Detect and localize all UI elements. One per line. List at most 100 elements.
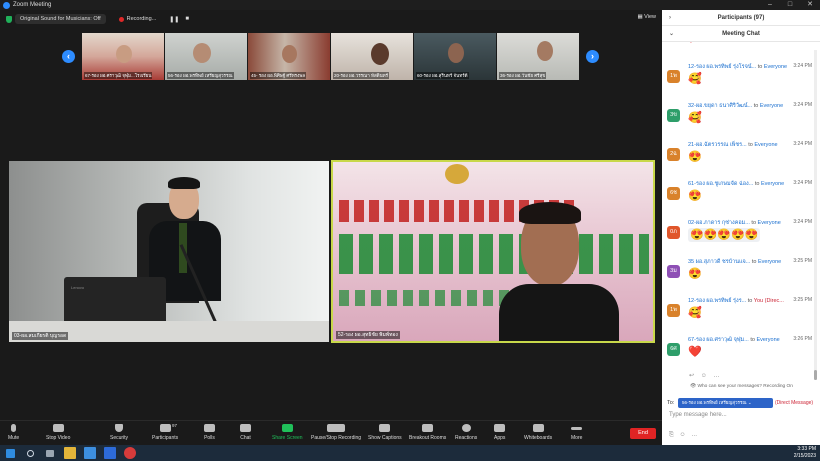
participant-thumbnail[interactable]: 36-รอง ผอ.วันชัย ศรีสุข xyxy=(497,33,579,80)
avatar: 1พ xyxy=(667,304,680,317)
end-meeting-button[interactable]: End xyxy=(630,428,656,439)
maximize-icon[interactable]: □ xyxy=(780,0,800,10)
reactions-button[interactable]: Reactions xyxy=(455,424,477,441)
chat-scrollbar[interactable] xyxy=(814,50,817,380)
stop-video-button[interactable]: Stop Video xyxy=(46,424,70,441)
share-screen-button[interactable]: Share Screen xyxy=(272,424,303,441)
avatar: 2ฉ xyxy=(667,148,680,161)
sender-name: 67-รอง ผอ.ศราวุฒิ จุฬุม... xyxy=(688,337,749,343)
view-button[interactable]: ▦ View xyxy=(637,14,656,20)
more-icon[interactable]: … xyxy=(691,432,697,438)
recording-indicator[interactable]: Recording... xyxy=(114,14,162,24)
show-captions-button[interactable]: Show Captions xyxy=(368,424,402,441)
apps-button[interactable]: Apps xyxy=(494,424,505,441)
participant-thumbnail[interactable]: 60-รอง ผอ.สุรินทร์ จันทร์ดี xyxy=(414,33,496,80)
message-header: 32-ผอ.ขยุดา ธนาศิริวัฒน์... to Everyone xyxy=(688,102,783,110)
previous-page-button[interactable]: ‹ xyxy=(62,50,75,63)
windows-start-icon[interactable] xyxy=(6,448,15,458)
meeting-top-bar: Original Sound for Musicians: Off Record… xyxy=(0,10,662,28)
security-button[interactable]: Security xyxy=(110,424,128,441)
participant-face xyxy=(537,41,553,61)
message-visibility-notice[interactable]: 👁 Who can see your messages? Recording O… xyxy=(690,384,793,389)
eye-icon: 👁 xyxy=(690,384,697,389)
microphone-icon xyxy=(11,424,17,432)
file-explorer-icon[interactable] xyxy=(64,447,76,459)
encryption-shield-icon[interactable] xyxy=(6,15,12,23)
minimize-icon[interactable]: – xyxy=(760,0,780,10)
participant-name: 20-รอง ผอ.วรรณา หัสดินทร์ xyxy=(333,72,390,79)
participant-face xyxy=(448,43,464,63)
chat-message: 6ศ 67-รอง ผอ.ศราวุฒิ จุฬุม... to Everyon… xyxy=(662,336,812,375)
to-label: to xyxy=(753,103,759,109)
next-page-button[interactable]: › xyxy=(586,50,599,63)
close-icon[interactable]: ✕ xyxy=(800,0,820,10)
participant-face xyxy=(193,43,211,63)
participant-thumbnail[interactable]: 45- รอง ผอ.พิศิษฐ์ ศรีทรงพล xyxy=(248,33,330,80)
chat-button[interactable]: Chat xyxy=(240,424,251,441)
recipient: Everyone xyxy=(760,181,785,187)
chevron-down-icon[interactable]: ⌄ xyxy=(669,30,674,37)
more-options-icon[interactable]: … xyxy=(714,373,720,379)
message-header: 12-รอง ผอ.พรทิพย์ รุ่งโรจน์... to Everyo… xyxy=(688,63,787,71)
participants-section-header[interactable]: › Participants (97) xyxy=(662,10,820,26)
store-icon[interactable] xyxy=(84,447,96,459)
zoom-taskbar-icon[interactable] xyxy=(104,447,116,459)
system-clock[interactable]: 3:33 PM 2/15/2023 xyxy=(794,446,816,460)
app-icon[interactable] xyxy=(124,447,136,459)
apps-label: Apps xyxy=(494,435,506,441)
apps-icon xyxy=(494,424,506,432)
breakout-rooms-button[interactable]: Breakout Rooms xyxy=(409,424,446,441)
emoji-message: 🥰 xyxy=(688,112,702,124)
to-label: to xyxy=(750,337,755,343)
avatar: 3ม xyxy=(667,265,680,278)
security-label: Security xyxy=(110,435,129,441)
chat-message-list[interactable]: ♥ 1พ 12-รอง ผอ.พรทิพย์ รุ่งโรจน์... to E… xyxy=(662,42,812,387)
participant-thumbnail[interactable]: 20-รอง ผอ.วรรณา หัสดินทร์ xyxy=(331,33,413,80)
to-label: to xyxy=(751,220,757,226)
emoji-icon[interactable]: ☺ xyxy=(679,432,685,438)
participant-thumbnail[interactable]: 56-รอง ผอ.พรทิพย์ เหรียญสุวรรณ xyxy=(165,33,247,80)
share-screen-label: Share Screen xyxy=(272,435,303,441)
sender-name: 02-ผอ.ภาดาร กุซ่างคอม... xyxy=(688,220,750,226)
recipient-dropdown[interactable]: 56-รอง ผอ.พรทิพย์ เหรียญสุวรรณ ⌄ xyxy=(678,398,773,408)
search-icon[interactable] xyxy=(27,449,34,457)
polls-button[interactable]: Polls xyxy=(204,424,215,441)
mute-button[interactable]: Mute xyxy=(8,424,19,441)
chat-bubble-icon xyxy=(240,424,251,432)
share-screen-icon xyxy=(281,424,293,432)
scrollbar-thumb[interactable] xyxy=(814,370,817,380)
avatar: 6ช xyxy=(667,187,680,200)
participant-thumbnail[interactable]: 67-รอง ผอ.ศราวุฒิ จุฬุม...โรงเรียน xyxy=(82,33,164,80)
whiteboards-label: Whiteboards xyxy=(524,435,553,441)
task-view-icon[interactable] xyxy=(46,449,54,457)
original-sound-button[interactable]: Original Sound for Musicians: Off xyxy=(15,14,106,24)
chat-section-header[interactable]: ⌄ Meeting Chat xyxy=(662,26,820,42)
pause-stop-recording-button[interactable]: Pause/Stop Recording xyxy=(311,424,361,441)
add-reaction-icon[interactable]: ☺ xyxy=(701,373,707,379)
more-dots-icon xyxy=(571,427,583,430)
meeting-toolbar: Mute Stop Video Security Participants 97… xyxy=(0,420,662,445)
reply-icon[interactable]: ↩ xyxy=(689,373,694,379)
whiteboards-button[interactable]: Whiteboards xyxy=(524,424,552,441)
pause-recording-icon[interactable]: ❚❚ xyxy=(169,16,179,23)
participants-count: 97 xyxy=(172,423,178,428)
emoji-message: 🥰 xyxy=(688,73,702,85)
file-icon[interactable]: ⎘ xyxy=(669,432,674,438)
more-button[interactable]: More xyxy=(571,424,582,441)
chevron-right-icon[interactable]: › xyxy=(669,15,671,21)
recipient: Everyone xyxy=(759,103,784,109)
chat-input[interactable]: Type message here... xyxy=(669,412,727,418)
main-video-right-active-speaker[interactable]: 52-รอง ผอ.สุทธิชัย พิมพ์ทอง xyxy=(331,160,655,343)
sender-name: 35 ผอ.สุภาวดี ชรบ้านแจ... xyxy=(688,259,751,265)
stop-recording-icon[interactable]: ■ xyxy=(185,16,189,22)
participant-name: 45- รอง ผอ.พิศิษฐ์ ศรีทรงพล xyxy=(250,72,307,79)
show-captions-label: Show Captions xyxy=(368,435,402,441)
main-video-left[interactable]: Lenovo 03-ผอ.สมเกียรติ บุญรอด xyxy=(9,161,329,342)
to-label: to xyxy=(748,142,753,148)
to-label: to xyxy=(754,181,760,187)
emoji-message: 🥰 xyxy=(688,307,702,319)
message-header: 61-รอง ผอ.ชูเกษมจัด ฉ่อง... to Everyone xyxy=(688,180,784,188)
recipient: Everyone xyxy=(756,337,780,343)
window-title: Zoom Meeting xyxy=(13,2,52,8)
chat-message: 3ม 35 ผอ.สุภาวดี ชรบ้านแจ... to Everyone… xyxy=(662,258,812,297)
